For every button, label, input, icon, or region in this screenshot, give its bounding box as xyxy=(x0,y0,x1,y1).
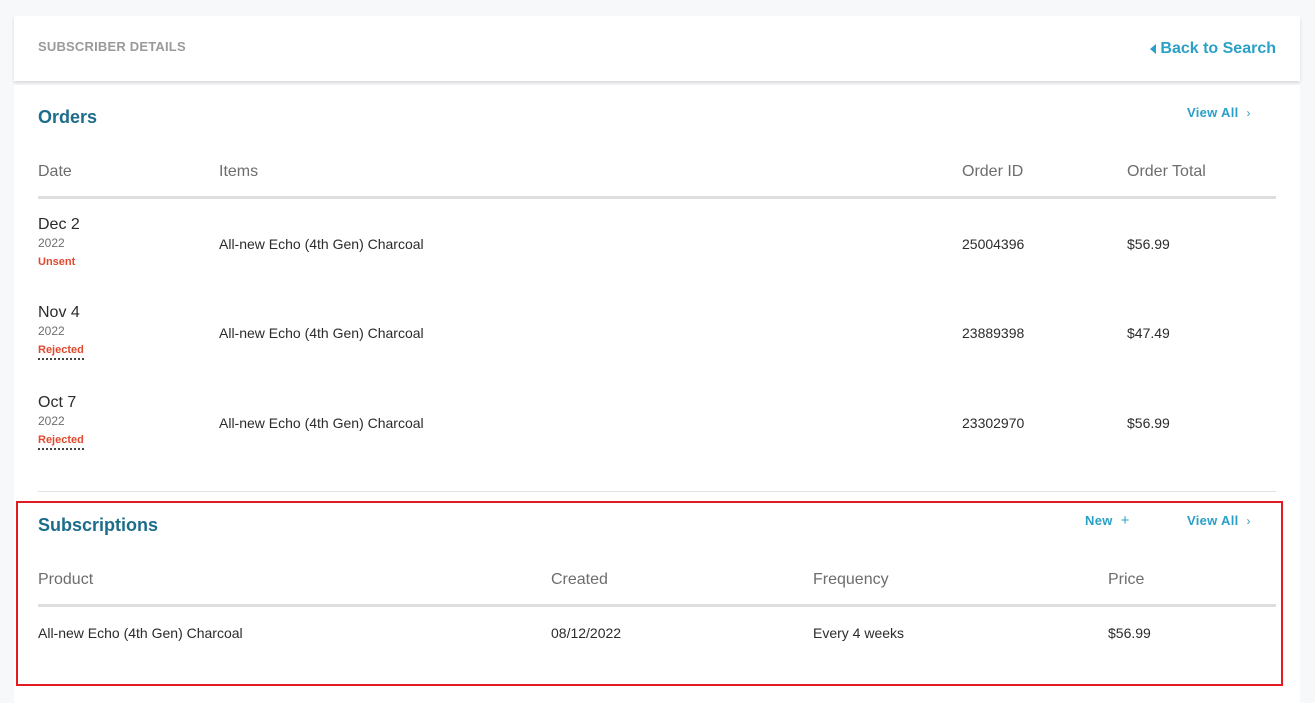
order-date: Nov 4 xyxy=(38,304,80,321)
plus-icon: + xyxy=(1120,512,1130,529)
back-to-search-link[interactable]: Back to Search xyxy=(1150,40,1276,58)
order-id: 25004396 xyxy=(962,236,1025,252)
order-id: 23889398 xyxy=(962,325,1025,341)
orders-view-all-link[interactable]: View All › xyxy=(1187,105,1251,120)
status-badge[interactable]: Rejected xyxy=(38,434,84,450)
subscriptions-col-product: Product xyxy=(38,571,94,588)
order-item: All-new Echo (4th Gen) Charcoal xyxy=(219,325,424,341)
order-date: Dec 2 xyxy=(38,216,80,233)
order-item: All-new Echo (4th Gen) Charcoal xyxy=(219,236,424,252)
new-subscription-link[interactable]: New + xyxy=(1085,513,1130,528)
subscriptions-col-frequency: Frequency xyxy=(813,571,889,588)
order-total: $47.49 xyxy=(1127,325,1170,341)
orders-col-date: Date xyxy=(38,163,72,180)
status-badge: Unsent xyxy=(38,256,76,268)
order-id: 23302970 xyxy=(962,415,1025,431)
subscriptions-view-all-label: View All xyxy=(1187,513,1239,528)
order-year: 2022 xyxy=(38,236,65,250)
subscriptions-view-all-link[interactable]: View All › xyxy=(1187,513,1251,528)
caret-left-icon xyxy=(1150,44,1157,54)
order-item: All-new Echo (4th Gen) Charcoal xyxy=(219,415,424,431)
subscription-created: 08/12/2022 xyxy=(551,625,622,641)
order-year: 2022 xyxy=(38,324,65,338)
orders-header-divider xyxy=(38,196,1276,199)
section-divider xyxy=(38,491,1276,492)
orders-col-items: Items xyxy=(219,163,259,180)
chevron-right-icon: › xyxy=(1246,105,1251,120)
subscriber-details-page: SUBSCRIBER DETAILS Back to Search Orders… xyxy=(0,0,1315,703)
order-date: Oct 7 xyxy=(38,394,77,411)
orders-view-all-label: View All xyxy=(1187,105,1239,120)
subscriptions-col-created: Created xyxy=(551,571,608,588)
subscriptions-title: Subscriptions xyxy=(38,515,159,535)
orders-col-order-id: Order ID xyxy=(962,163,1024,180)
status-badge[interactable]: Rejected xyxy=(38,344,84,360)
content-panel: Orders View All › Date Items Order ID Or… xyxy=(14,85,1300,703)
subscriptions-header-divider xyxy=(38,604,1276,607)
order-total: $56.99 xyxy=(1127,236,1170,252)
page-title: SUBSCRIBER DETAILS xyxy=(38,39,186,54)
order-year: 2022 xyxy=(38,414,65,428)
subscription-product: All-new Echo (4th Gen) Charcoal xyxy=(38,625,243,641)
subscription-price: $56.99 xyxy=(1108,625,1151,641)
subscription-frequency: Every 4 weeks xyxy=(813,625,905,641)
orders-title: Orders xyxy=(38,107,98,127)
orders-col-order-total: Order Total xyxy=(1127,163,1206,180)
back-to-search-label: Back to Search xyxy=(1160,40,1276,57)
subscriptions-col-price: Price xyxy=(1108,571,1145,588)
new-subscription-label: New xyxy=(1085,513,1113,528)
page-header: SUBSCRIBER DETAILS Back to Search xyxy=(14,16,1300,81)
order-total: $56.99 xyxy=(1127,415,1170,431)
chevron-right-icon: › xyxy=(1246,513,1251,528)
